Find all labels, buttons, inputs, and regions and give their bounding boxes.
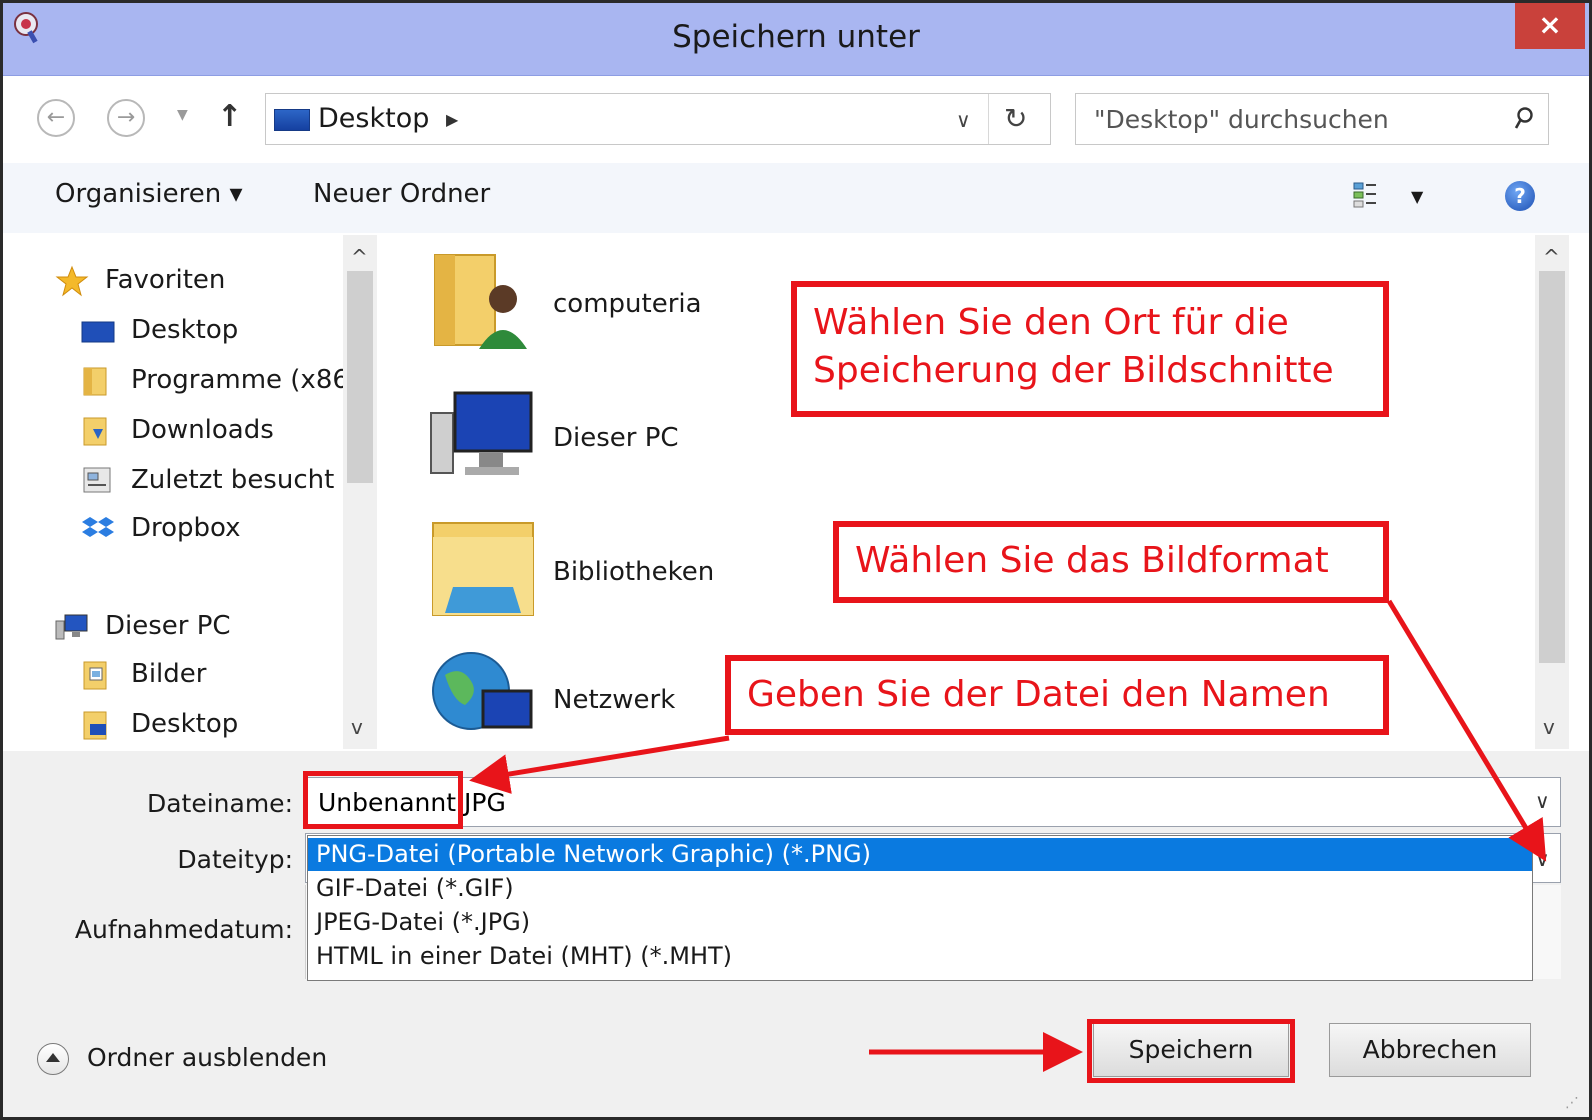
title-bar: Speichern unter × — [3, 3, 1589, 76]
filetype-option-gif[interactable]: GIF-Datei (*.GIF) — [308, 872, 1532, 905]
annotation-line: Wählen Sie den Ort für die — [813, 302, 1289, 343]
file-list-scrollbar[interactable]: ^ v — [1535, 235, 1569, 749]
computer-icon — [430, 391, 533, 475]
desktop-icon — [81, 321, 115, 343]
filetype-option-png[interactable]: PNG-Datei (Portable Network Graphic) (*.… — [308, 838, 1532, 871]
filename-input[interactable] — [305, 777, 1561, 827]
filename-highlight — [303, 771, 463, 829]
nav-item-label: Bilder — [131, 659, 207, 689]
save-form: Dateiname: ∨ Dateityp: ∨ Aufnahmedatum: … — [3, 751, 1589, 1117]
file-name: computeria — [553, 289, 702, 319]
filename-history-dropdown-icon[interactable]: ∨ — [1535, 789, 1550, 813]
filetype-label: Dateityp: — [177, 845, 293, 874]
breadcrumb[interactable]: Desktop ▶ ∨ ↻ — [265, 93, 1051, 145]
breadcrumb-desktop[interactable]: Desktop — [318, 103, 429, 134]
command-bar: Organisieren ▾ Neuer Ordner ▼ ? — [3, 163, 1589, 233]
nav-item-label: Downloads — [131, 415, 274, 445]
file-name: Dieser PC — [553, 423, 679, 453]
annotation-line: Speicherung der Bildschnitte — [813, 350, 1334, 391]
navigation-pane: Favoriten Desktop Programme (x86) Downlo… — [3, 235, 379, 749]
breadcrumb-chevron-icon[interactable]: ▶ — [446, 110, 458, 129]
close-button[interactable]: × — [1515, 3, 1585, 49]
nav-item-label: Zuletzt besucht — [131, 465, 335, 495]
scroll-down-icon[interactable]: v — [351, 715, 363, 739]
file-item-libraries[interactable]: Bibliotheken — [425, 517, 785, 627]
scrollbar-thumb[interactable] — [1539, 271, 1565, 663]
filetype-option-mht[interactable]: HTML in einer Datei (MHT) (*.MHT) — [308, 940, 1532, 973]
nav-item-label: Desktop — [131, 709, 239, 739]
save-as-dialog: Speichern unter × ← → ▼ ↑ Desktop ▶ ∨ ↻ … — [0, 0, 1592, 1120]
scroll-up-icon[interactable]: ^ — [351, 245, 368, 269]
collapse-up-icon[interactable] — [37, 1043, 69, 1075]
desktop-folder-icon — [83, 711, 107, 740]
file-name: Netzwerk — [553, 685, 676, 715]
hide-folders-label: Ordner ausblenden — [87, 1043, 328, 1072]
filetype-options-list[interactable]: PNG-Datei (Portable Network Graphic) (*.… — [307, 835, 1533, 981]
back-icon[interactable]: ← — [37, 99, 75, 137]
search-input[interactable] — [1094, 102, 1484, 136]
pictures-folder-icon — [83, 661, 107, 690]
address-row: ← → ▼ ↑ Desktop ▶ ∨ ↻ — [3, 77, 1589, 163]
help-icon[interactable]: ? — [1505, 181, 1535, 211]
forward-icon[interactable]: → — [107, 99, 145, 137]
file-item-this-pc[interactable]: Dieser PC — [425, 383, 785, 493]
refresh-icon[interactable]: ↻ — [1004, 102, 1027, 135]
recent-locations-icon[interactable]: ▼ — [177, 107, 188, 123]
address-separator — [988, 94, 989, 144]
nav-item-label: Dieser PC — [105, 611, 231, 641]
user-folder-icon — [434, 254, 527, 349]
metadata-date-label: Aufnahmedatum: — [74, 915, 293, 944]
desktop-icon — [274, 109, 310, 131]
filetype-dropdown-icon[interactable]: ∨ — [1535, 847, 1550, 871]
up-level-icon[interactable]: ↑ — [217, 99, 242, 134]
view-options-dropdown-icon[interactable]: ▼ — [1411, 187, 1423, 206]
annotation-choose-format: Wählen Sie das Bildformat — [833, 521, 1389, 603]
folder-icon — [83, 367, 107, 396]
change-view-icon[interactable] — [1353, 181, 1377, 209]
annotation-file-name: Geben Sie der Datei den Namen — [725, 655, 1389, 735]
nav-item-label: Favoriten — [105, 265, 226, 295]
recent-places-icon — [83, 467, 111, 493]
search-icon[interactable] — [1514, 106, 1534, 132]
network-icon — [432, 652, 533, 730]
save-button-highlight — [1087, 1019, 1295, 1083]
libraries-icon — [432, 522, 534, 616]
window-title: Speichern unter — [672, 19, 920, 55]
organize-button[interactable]: Organisieren ▾ — [55, 179, 243, 209]
nav-item-label: Desktop — [131, 315, 239, 345]
scroll-up-icon[interactable]: ^ — [1543, 245, 1560, 269]
star-icon — [55, 265, 89, 297]
file-name: Bibliotheken — [553, 557, 715, 587]
computer-icon — [55, 614, 88, 640]
annotation-choose-location: Wählen Sie den Ort für die Speicherung d… — [791, 281, 1389, 417]
filetype-option-jpg[interactable]: JPEG-Datei (*.JPG) — [308, 906, 1532, 939]
filename-label: Dateiname: — [146, 789, 293, 818]
search-box[interactable] — [1075, 93, 1549, 145]
address-history-dropdown-icon[interactable]: ∨ — [956, 108, 971, 132]
file-item-user-folder[interactable]: computeria — [425, 249, 785, 359]
downloads-folder-icon — [83, 417, 107, 446]
navigation-scrollbar[interactable]: ^ v — [343, 235, 377, 749]
cancel-button[interactable]: Abbrechen — [1329, 1023, 1531, 1077]
scrollbar-thumb[interactable] — [347, 271, 373, 483]
new-folder-button[interactable]: Neuer Ordner — [313, 179, 490, 209]
scroll-down-icon[interactable]: v — [1543, 715, 1555, 739]
nav-item-label: Programme (x86) — [131, 365, 360, 395]
nav-item-label: Dropbox — [131, 513, 241, 543]
dropbox-icon — [82, 517, 114, 537]
resize-grip-icon[interactable]: ⋰ — [1565, 1095, 1579, 1111]
